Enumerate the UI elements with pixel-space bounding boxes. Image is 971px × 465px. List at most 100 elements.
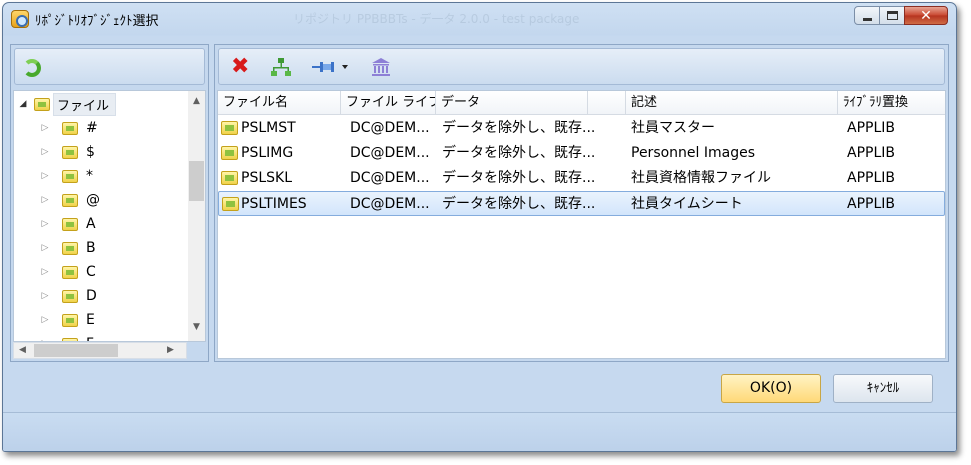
- tree-item[interactable]: ▷ $: [40, 141, 95, 163]
- expand-icon[interactable]: ▷: [40, 315, 50, 325]
- tree-item-label: D: [86, 288, 97, 304]
- folder-icon: [62, 241, 78, 255]
- minimize-button[interactable]: [854, 6, 880, 25]
- expand-icon[interactable]: ▷: [40, 291, 50, 301]
- app-icon: [11, 10, 29, 28]
- tree-item[interactable]: ▷ A: [40, 213, 96, 235]
- chevron-down-icon: [342, 65, 348, 69]
- expand-icon[interactable]: ▷: [40, 195, 50, 205]
- right-panel: ✖ ファイル名 ファイル ライ データ 記述 ﾗｲﾌﾞﾗﾘ置換 PSLMST D…: [214, 44, 949, 362]
- title-bar[interactable]: ﾘﾎﾟｼﾞﾄﾘｵﾌﾞｼﾞｪｸﾄ選択 リポジトリ PPBBBTs - デ一タ 2.…: [3, 3, 956, 35]
- tree-item[interactable]: ▷ @: [40, 189, 100, 211]
- file-icon: [221, 171, 238, 185]
- tree-item-label: $: [86, 144, 95, 160]
- expand-icon[interactable]: ▷: [40, 171, 50, 181]
- bank-icon[interactable]: [371, 57, 391, 77]
- cell-data: データを除外し、既存...: [442, 120, 596, 136]
- table-row[interactable]: PSLIMG DC@DEM... データを除外し、既存... Personnel…: [218, 141, 945, 166]
- tree-vertical-scrollbar[interactable]: ▲ ▼: [188, 91, 205, 341]
- folder-icon: [62, 313, 78, 327]
- grid-header: ファイル名 ファイル ライブ... データ 記述 ﾗｲﾌﾞﾗﾘ置換: [218, 91, 945, 115]
- folder-icon: [62, 169, 78, 183]
- cell-file-library: DC@DEM...: [350, 196, 430, 212]
- column-header-description[interactable]: 記述: [626, 91, 838, 115]
- cell-library-replace: APPLIB: [847, 120, 895, 136]
- scroll-down-icon[interactable]: ▼: [188, 319, 205, 336]
- column-header-file-name[interactable]: ファイル名: [218, 91, 341, 115]
- maximize-button[interactable]: [879, 6, 905, 25]
- tree-item[interactable]: ▷ C: [40, 261, 96, 283]
- tree-item-label: *: [86, 168, 93, 184]
- tree-item-label: #: [86, 120, 98, 136]
- tree-item[interactable]: ▷ *: [40, 165, 93, 187]
- folder-icon: [62, 289, 78, 303]
- column-header-library-replace[interactable]: ﾗｲﾌﾞﾗﾘ置換: [838, 91, 945, 115]
- window-controls: ✕: [854, 6, 948, 26]
- cell-description: 社員資格情報ファイル: [631, 170, 771, 186]
- folder-icon: [62, 193, 78, 207]
- column-header-blank[interactable]: [588, 91, 626, 115]
- scroll-right-icon[interactable]: ▶: [162, 343, 179, 358]
- hierarchy-icon[interactable]: [270, 57, 292, 77]
- scroll-thumb[interactable]: [34, 344, 118, 357]
- scroll-left-icon[interactable]: ◀: [14, 343, 31, 358]
- tree-item[interactable]: ▷ B: [40, 237, 96, 259]
- expand-icon[interactable]: ▷: [40, 267, 50, 277]
- scroll-up-icon[interactable]: ▲: [188, 93, 205, 110]
- window-title: ﾘﾎﾟｼﾞﾄﾘｵﾌﾞｼﾞｪｸﾄ選択: [35, 14, 159, 29]
- cell-file-library: DC@DEM...: [350, 170, 430, 186]
- collapse-icon[interactable]: ◢: [18, 99, 28, 109]
- folder-icon: [62, 121, 78, 135]
- cell-file-name: PSLIMG: [241, 145, 294, 161]
- file-grid: ファイル名 ファイル ライブ... データ 記述 ﾗｲﾌﾞﾗﾘ置換 PSLMST…: [217, 90, 946, 359]
- cell-file-name: PSLSKL: [241, 170, 292, 186]
- scroll-thumb[interactable]: [189, 161, 204, 201]
- cell-library-replace: APPLIB: [847, 145, 895, 161]
- cell-data: データを除外し、既存...: [442, 145, 596, 161]
- file-icon: [221, 121, 238, 135]
- column-header-file-library[interactable]: ファイル ライブ...: [341, 91, 436, 115]
- tree-item[interactable]: ▷ E: [40, 309, 95, 331]
- cell-file-library: DC@DEM...: [350, 145, 430, 161]
- pin-icon[interactable]: [311, 57, 351, 77]
- cancel-button[interactable]: ｷｬﾝｾﾙ: [833, 374, 933, 403]
- table-row[interactable]: PSLMST DC@DEM... データを除外し、既存... 社員マスター AP…: [218, 116, 945, 141]
- left-panel: ◢ ファイル ▷ # ▷ $ ▷ * ▷ @ ▷ A ▷ B ▷ C ▷ D ▷…: [10, 44, 209, 362]
- tree-item[interactable]: ▷ #: [40, 117, 98, 139]
- tree-item-label: C: [86, 264, 96, 280]
- minimize-icon: [862, 17, 872, 21]
- tree-item-label: A: [86, 216, 96, 232]
- cell-library-replace: APPLIB: [847, 196, 895, 212]
- tree-horizontal-scrollbar[interactable]: ◀ ▶: [13, 342, 187, 359]
- expand-icon[interactable]: ▷: [40, 123, 50, 133]
- maximize-icon: [886, 11, 898, 20]
- table-row[interactable]: PSLSKL DC@DEM... データを除外し、既存... 社員資格情報ファイ…: [218, 166, 945, 191]
- cell-library-replace: APPLIB: [847, 170, 895, 186]
- tree-item[interactable]: ▷ F: [40, 333, 94, 341]
- folder-icon: [34, 97, 50, 111]
- dialog-window: ﾘﾎﾟｼﾞﾄﾘｵﾌﾞｼﾞｪｸﾄ選択 リポジトリ PPBBBTs - デ一タ 2.…: [2, 2, 957, 452]
- close-icon: ✕: [920, 7, 932, 24]
- table-row-selected[interactable]: PSLTIMES DC@DEM... データを除外し、既存... 社員タイムシー…: [218, 191, 945, 216]
- cell-file-library: DC@DEM...: [350, 120, 430, 136]
- cell-description: 社員マスター: [631, 120, 715, 136]
- expand-icon[interactable]: ▷: [40, 243, 50, 253]
- expand-icon[interactable]: ▷: [40, 147, 50, 157]
- tree-item[interactable]: ▷ D: [40, 285, 97, 307]
- cell-file-name: PSLMST: [241, 120, 296, 136]
- tree-item-label: E: [86, 312, 95, 328]
- file-icon: [222, 197, 239, 211]
- file-icon: [221, 146, 238, 160]
- grid-toolbar: ✖: [218, 48, 945, 85]
- delete-icon[interactable]: ✖: [231, 56, 251, 78]
- cell-data: データを除外し、既存...: [442, 196, 596, 212]
- tree-item-root[interactable]: ◢ ファイル: [18, 92, 117, 116]
- cell-description: Personnel Images: [631, 145, 756, 161]
- dialog-buttons: OK(O) ｷｬﾝｾﾙ: [3, 363, 956, 413]
- refresh-icon[interactable]: [23, 59, 41, 77]
- folder-icon: [62, 265, 78, 279]
- expand-icon[interactable]: ▷: [40, 219, 50, 229]
- close-button[interactable]: ✕: [904, 6, 948, 25]
- ok-button[interactable]: OK(O): [721, 374, 821, 403]
- column-header-data[interactable]: データ: [436, 91, 588, 115]
